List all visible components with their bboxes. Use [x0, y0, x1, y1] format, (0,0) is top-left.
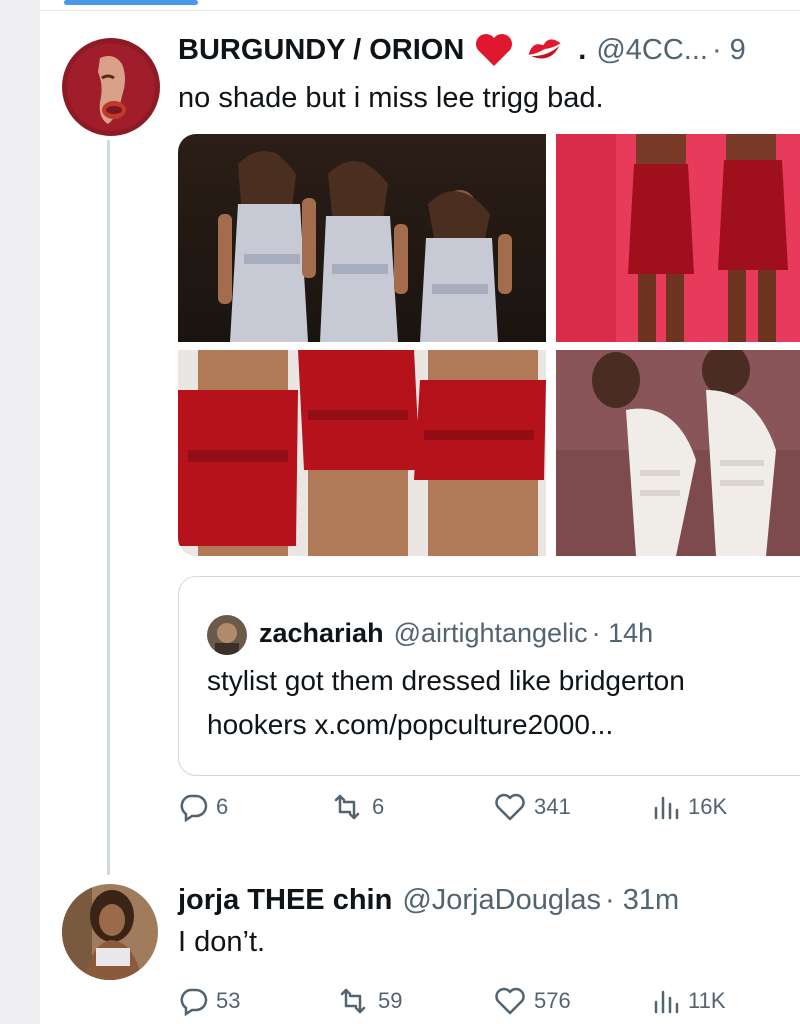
reply-post-like-count: 576: [534, 988, 571, 1013]
quoted-post-author-row: zachariah @airtightangelic · 14h: [259, 611, 653, 655]
reply-post-display-name[interactable]: jorja THEE chin: [178, 884, 392, 917]
left-gutter: [0, 0, 40, 1024]
main-post-reply-button[interactable]: 6: [178, 792, 228, 822]
media-tile-red-skirts[interactable]: [178, 350, 546, 556]
like-icon: [495, 793, 525, 821]
reply-post-avatar[interactable]: [62, 884, 158, 980]
quoted-post-text-line2: hookers x.com/popculture2000...: [207, 709, 614, 740]
active-tab-indicator: [64, 0, 198, 5]
quoted-post-text-line1: stylist got them dressed like bridgerton: [207, 665, 685, 696]
main-post-display-name[interactable]: BURGUNDY / ORION: [178, 34, 464, 67]
main-post-views-button[interactable]: 16K: [652, 792, 727, 822]
main-post-media-grid: [178, 134, 800, 556]
views-icon: [654, 990, 679, 1014]
reply-post-views-button[interactable]: 11K: [652, 986, 726, 1016]
top-divider: [40, 10, 800, 11]
reply-post-like-button[interactable]: 576: [494, 986, 571, 1016]
media-tile-red-outfits[interactable]: [556, 134, 800, 342]
reply-icon: [180, 988, 208, 1016]
quoted-post-avatar[interactable]: [207, 615, 247, 655]
kiss-mark-icon: [526, 35, 564, 65]
reply-post-repost-count: 59: [378, 988, 403, 1013]
like-icon: [495, 987, 525, 1015]
views-icon: [654, 796, 679, 820]
main-post-avatar[interactable]: [62, 38, 160, 136]
main-post-like-count: 341: [534, 794, 571, 819]
red-heart-icon: [474, 32, 514, 68]
quoted-post-display-name[interactable]: zachariah: [259, 618, 384, 649]
main-post-repost-count: 6: [372, 794, 385, 819]
main-post-author-row: BURGUNDY / ORION . @4CC... · 9: [178, 28, 746, 72]
reply-post-text: I don’t.: [178, 926, 266, 958]
main-post-repost-button[interactable]: 6: [330, 792, 384, 822]
main-post-reply-count: 6: [216, 794, 229, 819]
media-tile-performance-photo[interactable]: [178, 134, 546, 342]
reply-post-author-row: jorja THEE chin @JorjaDouglas · 31m: [178, 878, 679, 922]
reply-icon: [180, 794, 208, 822]
reply-post-views-count: 11K: [688, 988, 726, 1013]
reply-post-repost-button[interactable]: 59: [336, 986, 402, 1016]
main-post-separator: .: [578, 33, 587, 66]
quoted-post-time[interactable]: · 14h: [592, 618, 654, 649]
main-post-views-count: 16K: [688, 794, 728, 819]
reply-post-reply-button[interactable]: 53: [178, 986, 240, 1016]
main-post-handle[interactable]: @4CC...: [596, 34, 708, 67]
main-post-time[interactable]: · 9: [712, 34, 746, 67]
reply-post-reply-count: 53: [216, 988, 241, 1013]
main-post-like-button[interactable]: 341: [494, 792, 571, 822]
repost-icon: [334, 794, 360, 820]
quoted-post-handle[interactable]: @airtightangelic: [394, 618, 588, 649]
main-post-text: no shade but i miss lee trigg bad.: [178, 82, 604, 114]
thread-connector-line: [107, 140, 110, 875]
quoted-post-card[interactable]: zachariah @airtightangelic · 14h stylist…: [178, 576, 800, 776]
reply-post-time[interactable]: · 31m: [605, 884, 679, 917]
repost-icon: [340, 988, 366, 1014]
reply-post-handle[interactable]: @JorjaDouglas: [402, 884, 601, 917]
media-tile-white-ruffles[interactable]: [556, 350, 800, 556]
